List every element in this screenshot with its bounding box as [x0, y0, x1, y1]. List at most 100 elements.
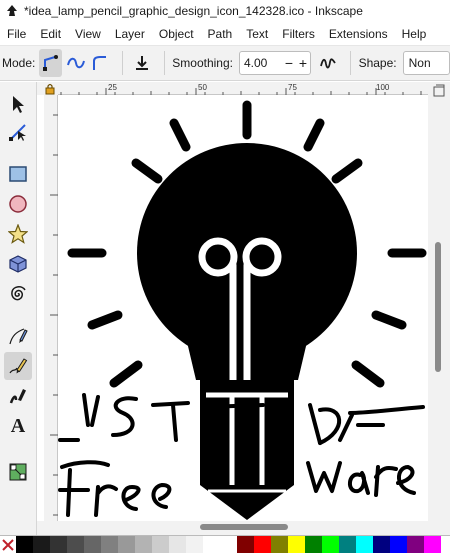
mode-regular-bezier-button[interactable]: [39, 49, 63, 77]
menu-help[interactable]: Help: [395, 22, 434, 46]
pencil-tool[interactable]: [4, 352, 32, 380]
title-bar: *idea_lamp_pencil_graphic_design_icon_14…: [0, 0, 450, 22]
shape-label: Shape:: [358, 56, 397, 70]
smoothing-value[interactable]: 4.00: [240, 56, 282, 70]
text-tool[interactable]: A: [4, 412, 32, 440]
spiro-mode-icon: [66, 57, 85, 69]
pen-tool[interactable]: [4, 322, 32, 350]
no-paint-x-icon: [2, 539, 14, 551]
smoothing-decrement-button[interactable]: −: [282, 53, 296, 73]
selector-arrow-icon: [13, 96, 24, 113]
menu-layer[interactable]: Layer: [108, 22, 152, 46]
ruler-vertical[interactable]: [44, 95, 58, 535]
color-swatch[interactable]: [288, 536, 305, 553]
node-edit-icon: [9, 124, 26, 141]
separator: [121, 51, 123, 75]
color-swatch[interactable]: [135, 536, 152, 553]
node-tool[interactable]: [4, 118, 32, 146]
menu-edit[interactable]: Edit: [33, 22, 68, 46]
shape-dropdown[interactable]: Non: [402, 51, 450, 75]
color-swatch[interactable]: [118, 536, 135, 553]
3dbox-tool[interactable]: [4, 250, 32, 278]
ruler-ticks-vertical: [50, 114, 58, 516]
rectangle-icon: [9, 166, 27, 182]
ellipse-tool[interactable]: [4, 190, 32, 218]
bspline-mode-icon: [93, 56, 107, 70]
ruler-tick-label: 100: [376, 83, 390, 92]
separator: [349, 51, 351, 75]
color-swatch[interactable]: [220, 536, 237, 553]
menu-object[interactable]: Object: [152, 22, 201, 46]
color-swatch[interactable]: [407, 536, 424, 553]
pencil-icon: [9, 358, 28, 374]
menu-extensions[interactable]: Extensions: [322, 22, 395, 46]
color-swatch[interactable]: [67, 536, 84, 553]
lightbulb-pencil-drawing: [58, 100, 427, 520]
color-palette: [0, 535, 450, 553]
lock-icon[interactable]: [44, 83, 56, 95]
calligraphy-pen-icon: [9, 389, 26, 404]
smoothing-increment-button[interactable]: +: [296, 53, 310, 73]
no-paint-swatch[interactable]: [0, 536, 16, 553]
smoothing-spinbox[interactable]: 4.00 − +: [238, 51, 311, 75]
color-swatch[interactable]: [169, 536, 186, 553]
ruler-tick-label: 25: [108, 83, 117, 92]
text-tool-icon: A: [10, 415, 26, 437]
mode-spiro-button[interactable]: [64, 49, 87, 77]
menu-file[interactable]: File: [0, 22, 33, 46]
menu-text[interactable]: Text: [239, 22, 275, 46]
toolbox: A: [0, 82, 37, 535]
color-swatch[interactable]: [50, 536, 67, 553]
tool-controls-bar: Mode: Smoothing: 4.00 − + Shape: Non: [0, 46, 450, 81]
color-swatch[interactable]: [152, 536, 169, 553]
ruler-tick-label: 50: [198, 83, 207, 92]
color-swatch[interactable]: [390, 536, 407, 553]
mode-bspline-button[interactable]: [89, 49, 112, 77]
spiral-icon: [11, 286, 26, 301]
pressure-squiggle-icon: [320, 58, 337, 69]
star-tool[interactable]: [4, 220, 32, 248]
rect-tool[interactable]: [4, 160, 32, 188]
color-swatch[interactable]: [424, 536, 441, 553]
vertical-scrollbar[interactable]: [428, 82, 450, 535]
horizontal-scroll-thumb[interactable]: [200, 524, 288, 530]
calligraphy-tool[interactable]: [4, 382, 32, 410]
window-title: *idea_lamp_pencil_graphic_design_icon_14…: [24, 4, 363, 18]
color-swatch[interactable]: [322, 536, 339, 553]
color-swatch[interactable]: [16, 536, 33, 553]
menu-path[interactable]: Path: [201, 22, 240, 46]
menu-view[interactable]: View: [68, 22, 108, 46]
color-swatch[interactable]: [33, 536, 50, 553]
vertical-scroll-thumb[interactable]: [435, 242, 441, 372]
ruler-horizontal[interactable]: 25 50 75 100: [58, 82, 428, 95]
ruler-corner: [37, 82, 58, 95]
spiral-tool[interactable]: [4, 280, 32, 308]
menu-filters[interactable]: Filters: [275, 22, 322, 46]
color-swatch[interactable]: [305, 536, 322, 553]
inkscape-logo-icon: [7, 5, 17, 16]
drawing-canvas[interactable]: [58, 95, 428, 525]
color-swatch[interactable]: [237, 536, 254, 553]
star-icon: [8, 224, 28, 244]
download-arrow-icon: [136, 56, 149, 70]
flatten-spiro-button[interactable]: [131, 49, 154, 77]
color-swatch[interactable]: [254, 536, 271, 553]
color-swatch[interactable]: [101, 536, 118, 553]
color-swatch[interactable]: [203, 536, 220, 553]
color-swatch[interactable]: [339, 536, 356, 553]
color-swatch[interactable]: [186, 536, 203, 553]
ruler-tick-label: 75: [288, 83, 297, 92]
color-swatch[interactable]: [373, 536, 390, 553]
color-swatch[interactable]: [84, 536, 101, 553]
mode-label: Mode:: [2, 56, 36, 70]
ellipse-icon: [9, 195, 27, 213]
selector-tool[interactable]: [4, 90, 32, 118]
3d-box-icon: [9, 255, 27, 273]
gradient-tool[interactable]: [4, 458, 32, 486]
color-swatch[interactable]: [356, 536, 373, 553]
pressure-button[interactable]: [317, 49, 340, 77]
separator: [163, 51, 165, 75]
color-swatch[interactable]: [271, 536, 288, 553]
pen-bezier-icon: [9, 328, 28, 345]
canvas-corner-icon[interactable]: [432, 84, 446, 98]
